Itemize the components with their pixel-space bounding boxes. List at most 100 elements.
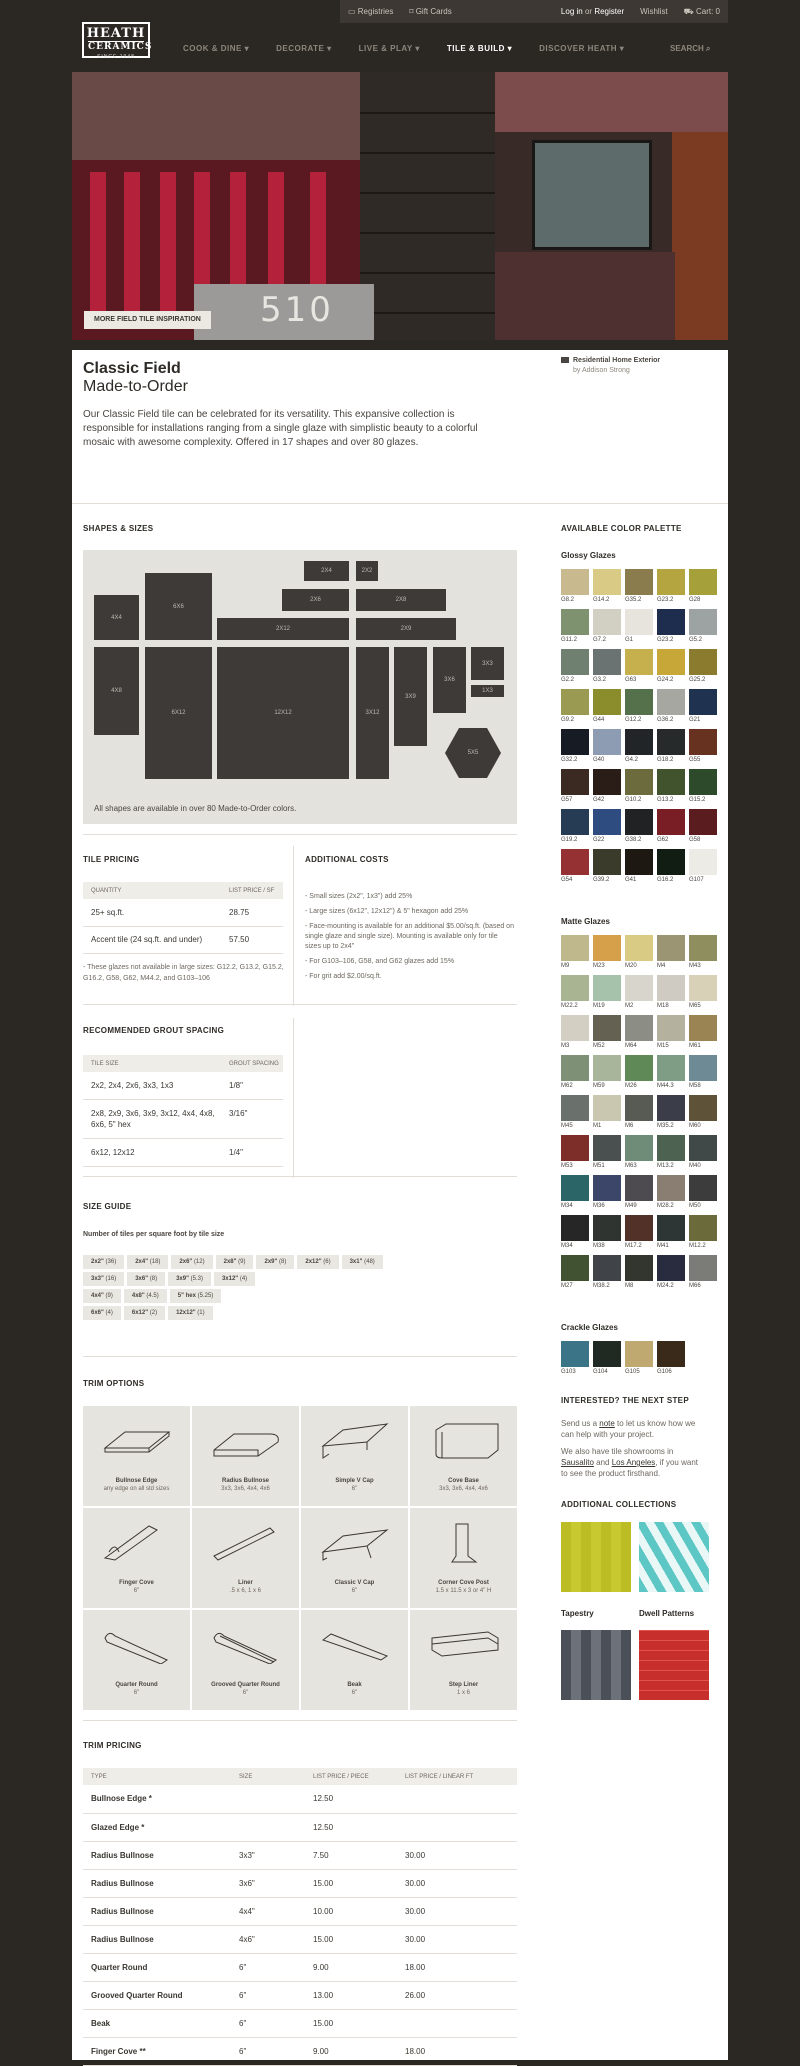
glaze-swatch[interactable]: M38 bbox=[593, 1215, 621, 1250]
register-link[interactable]: Register bbox=[594, 7, 624, 16]
glaze-swatch[interactable]: G62 bbox=[657, 809, 685, 844]
glaze-swatch[interactable]: M51 bbox=[593, 1135, 621, 1170]
heath-logo[interactable]: HEATH CERAMICS bbox=[82, 22, 151, 58]
glaze-swatch[interactable]: G13.2 bbox=[657, 769, 685, 804]
glaze-swatch[interactable]: M28.2 bbox=[657, 1175, 685, 1210]
glaze-swatch[interactable]: G54 bbox=[561, 849, 589, 884]
nav-discover-heath[interactable]: DISCOVER HEATH ▾ bbox=[539, 44, 624, 53]
collection-image-2[interactable] bbox=[639, 1522, 709, 1592]
collection-image-1[interactable] bbox=[561, 1522, 631, 1592]
glaze-swatch[interactable]: G28 bbox=[689, 569, 717, 604]
glaze-swatch[interactable]: M2 bbox=[625, 975, 653, 1010]
glaze-swatch[interactable]: M6 bbox=[625, 1095, 653, 1130]
glaze-swatch[interactable]: G38.2 bbox=[625, 809, 653, 844]
glaze-swatch[interactable]: G21 bbox=[689, 689, 717, 724]
glaze-swatch[interactable]: G36.2 bbox=[657, 689, 685, 724]
glaze-swatch[interactable]: G42 bbox=[593, 769, 621, 804]
more-inspiration-button[interactable]: MORE FIELD TILE INSPIRATION bbox=[84, 311, 211, 329]
glaze-swatch[interactable]: M38.2 bbox=[593, 1255, 621, 1290]
glaze-swatch[interactable]: M41 bbox=[657, 1215, 685, 1250]
glaze-swatch[interactable]: M22.2 bbox=[561, 975, 589, 1010]
nav-live-play[interactable]: LIVE & PLAY ▾ bbox=[359, 44, 420, 53]
glaze-swatch[interactable]: G39.2 bbox=[593, 849, 621, 884]
glaze-swatch[interactable]: M60 bbox=[689, 1095, 717, 1130]
trim-beak[interactable]: Beak 6" bbox=[301, 1610, 408, 1710]
glaze-swatch[interactable]: G4.2 bbox=[625, 729, 653, 764]
cart-link[interactable]: ⛟ Cart: 0 bbox=[684, 7, 720, 17]
glaze-swatch[interactable]: G14.2 bbox=[593, 569, 621, 604]
glaze-swatch[interactable]: M36 bbox=[593, 1175, 621, 1210]
glaze-swatch[interactable]: M35.2 bbox=[657, 1095, 685, 1130]
glaze-swatch[interactable]: M23 bbox=[593, 935, 621, 970]
glaze-swatch[interactable]: M3 bbox=[561, 1015, 589, 1050]
glaze-swatch[interactable]: G58 bbox=[689, 809, 717, 844]
glaze-swatch[interactable]: M63 bbox=[625, 1135, 653, 1170]
login-link[interactable]: Log in bbox=[561, 7, 583, 16]
glaze-swatch[interactable]: M24.2 bbox=[657, 1255, 685, 1290]
glaze-swatch[interactable]: G40 bbox=[593, 729, 621, 764]
glaze-swatch[interactable]: G1 bbox=[625, 609, 653, 644]
glaze-swatch[interactable]: M65 bbox=[689, 975, 717, 1010]
glaze-swatch[interactable]: M59 bbox=[593, 1055, 621, 1090]
glaze-swatch[interactable]: M45 bbox=[561, 1095, 589, 1130]
glaze-swatch[interactable]: G5.2 bbox=[689, 609, 717, 644]
trim-step-liner[interactable]: Step Liner 1 x 6 bbox=[410, 1610, 517, 1710]
glaze-swatch[interactable]: M53 bbox=[561, 1135, 589, 1170]
glaze-swatch[interactable]: G9.2 bbox=[561, 689, 589, 724]
glaze-swatch[interactable]: M58 bbox=[689, 1055, 717, 1090]
trim-bullnose-edge[interactable]: Bullnose Edge any edge on all std sizes bbox=[83, 1406, 190, 1506]
glaze-swatch[interactable]: G63 bbox=[625, 649, 653, 684]
glaze-swatch[interactable]: G107 bbox=[689, 849, 717, 884]
glaze-swatch[interactable]: G55 bbox=[689, 729, 717, 764]
glaze-swatch[interactable]: M61 bbox=[689, 1015, 717, 1050]
glaze-swatch[interactable]: M8 bbox=[625, 1255, 653, 1290]
glaze-swatch[interactable]: G35.2 bbox=[625, 569, 653, 604]
glaze-swatch[interactable]: G16.2 bbox=[657, 849, 685, 884]
glaze-swatch[interactable]: G23.2 bbox=[657, 569, 685, 604]
glaze-swatch[interactable]: M9 bbox=[561, 935, 589, 970]
glaze-swatch[interactable]: M40 bbox=[689, 1135, 717, 1170]
glaze-swatch[interactable]: M18 bbox=[657, 975, 685, 1010]
glaze-swatch[interactable]: M4 bbox=[657, 935, 685, 970]
glaze-swatch[interactable]: M52 bbox=[593, 1015, 621, 1050]
glaze-swatch[interactable]: G8.2 bbox=[561, 569, 589, 604]
glaze-swatch[interactable]: G25.2 bbox=[689, 649, 717, 684]
glaze-swatch[interactable]: M44.3 bbox=[657, 1055, 685, 1090]
collection-image-3[interactable] bbox=[561, 1630, 631, 1700]
trim-cove-base[interactable]: Cove Base 3x3, 3x6, 4x4, 4x6 bbox=[410, 1406, 517, 1506]
trim-liner[interactable]: Liner .5 x 6, 1 x 6 bbox=[192, 1508, 299, 1608]
trim-finger-cove[interactable]: Finger Cove 6" bbox=[83, 1508, 190, 1608]
glaze-swatch[interactable]: M43 bbox=[689, 935, 717, 970]
nav-decorate[interactable]: DECORATE ▾ bbox=[276, 44, 332, 53]
glaze-swatch[interactable]: G3.2 bbox=[593, 649, 621, 684]
glaze-swatch[interactable]: M64 bbox=[625, 1015, 653, 1050]
glaze-swatch[interactable]: G23.2 bbox=[657, 609, 685, 644]
glaze-swatch[interactable]: M12.2 bbox=[689, 1215, 717, 1250]
glaze-swatch[interactable]: G22 bbox=[593, 809, 621, 844]
trim-classic-v-cap[interactable]: Classic V Cap 6" bbox=[301, 1508, 408, 1608]
glaze-swatch[interactable]: M17.2 bbox=[625, 1215, 653, 1250]
glaze-swatch[interactable]: M1 bbox=[593, 1095, 621, 1130]
nav-tile-build[interactable]: TILE & BUILD ▾ bbox=[447, 44, 512, 53]
glaze-swatch[interactable]: G32.2 bbox=[561, 729, 589, 764]
glaze-swatch[interactable]: G12.2 bbox=[625, 689, 653, 724]
trim-grooved-quarter-round[interactable]: Grooved Quarter Round 6" bbox=[192, 1610, 299, 1710]
glaze-swatch[interactable]: M66 bbox=[689, 1255, 717, 1290]
glaze-swatch[interactable]: M27 bbox=[561, 1255, 589, 1290]
glaze-swatch[interactable]: G19.2 bbox=[561, 809, 589, 844]
glaze-swatch[interactable]: G104 bbox=[593, 1341, 621, 1376]
glaze-swatch[interactable]: G57 bbox=[561, 769, 589, 804]
collection-dwell-patterns[interactable]: Dwell Patterns bbox=[639, 1609, 694, 1618]
glaze-swatch[interactable]: M26 bbox=[625, 1055, 653, 1090]
trim-corner-cove-post[interactable]: Corner Cove Post 1.5 x 11.5 x 3 or 4" H bbox=[410, 1508, 517, 1608]
trim-quarter-round[interactable]: Quarter Round 6" bbox=[83, 1610, 190, 1710]
trim-radius-bullnose[interactable]: Radius Bullnose 3x3, 3x6, 4x4, 4x6 bbox=[192, 1406, 299, 1506]
glaze-swatch[interactable]: G7.2 bbox=[593, 609, 621, 644]
gift-cards-link[interactable]: ⌑ Gift Cards bbox=[409, 7, 451, 16]
glaze-swatch[interactable]: G44 bbox=[593, 689, 621, 724]
glaze-swatch[interactable]: M34 bbox=[561, 1175, 589, 1210]
glaze-swatch[interactable]: G41 bbox=[625, 849, 653, 884]
collection-image-4[interactable] bbox=[639, 1630, 709, 1700]
search-link[interactable]: SEARCH ⌕ bbox=[670, 44, 711, 54]
glaze-swatch[interactable]: M15 bbox=[657, 1015, 685, 1050]
